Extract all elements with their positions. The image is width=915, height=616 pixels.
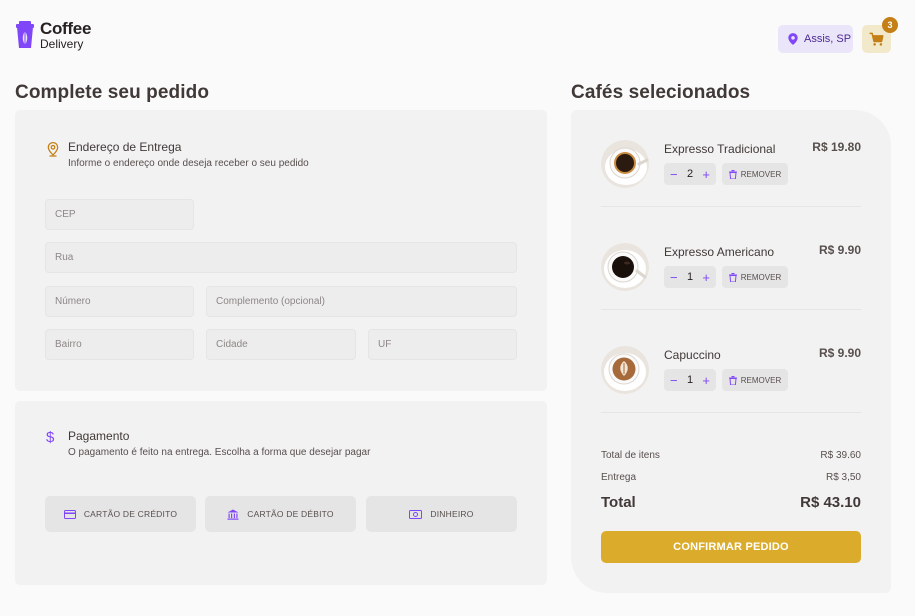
expresso-americano-image: [601, 243, 649, 291]
quantity-value: 2: [686, 168, 694, 180]
district-field[interactable]: Bairro: [45, 329, 194, 360]
address-card: Endereço de Entrega Informe o endereço o…: [15, 110, 547, 391]
item-name: Capuccino: [664, 348, 721, 362]
item-price: R$ 19.80: [812, 140, 861, 154]
city-field[interactable]: Cidade: [206, 329, 356, 360]
cash-label: DINHEIRO: [430, 509, 474, 519]
address-header: Endereço de Entrega Informe o endereço o…: [46, 140, 309, 169]
items-total-value: R$ 39.60: [820, 450, 861, 461]
debit-card-label: CARTÃO DE DÉBITO: [247, 509, 334, 519]
credit-card-option[interactable]: CARTÃO DE CRÉDITO: [45, 496, 196, 532]
delivery-value: R$ 3,50: [825, 472, 861, 483]
item-price: R$ 9.90: [818, 243, 861, 257]
remove-label: REMOVER: [740, 169, 782, 179]
trash-icon: [728, 169, 737, 179]
payment-card: $ Pagamento O pagamento é feito na entre…: [15, 401, 547, 585]
quantity-stepper: − 1 +: [664, 369, 716, 391]
expresso-tradicional-image: [601, 140, 649, 188]
plus-icon[interactable]: +: [702, 168, 710, 181]
item-divider: [601, 206, 861, 207]
logo-line-1: Coffee: [40, 19, 92, 38]
grand-total-value: R$ 43.10: [800, 494, 861, 511]
currency-dollar-icon: $: [46, 429, 55, 446]
quantity-value: 1: [686, 374, 694, 386]
grand-total-row: Total R$ 43.10: [601, 494, 861, 511]
money-icon: [409, 509, 423, 519]
payment-title: Pagamento: [68, 429, 130, 443]
cart-item: Expresso Americano R$ 9.90 − 1 + REMOVER: [601, 243, 861, 346]
number-field[interactable]: Número: [45, 286, 194, 317]
logo-line-2: Delivery: [40, 37, 84, 51]
remove-button[interactable]: REMOVER: [722, 369, 788, 391]
remove-button[interactable]: REMOVER: [722, 266, 788, 288]
credit-card-label: CARTÃO DE CRÉDITO: [83, 509, 178, 519]
cart-item: Capuccino R$ 9.90 − 1 + REMOVER: [601, 346, 861, 449]
location-badge[interactable]: Assis, SP: [778, 25, 853, 53]
delivery-row: Entrega R$ 3,50: [601, 472, 861, 483]
quantity-value: 1: [686, 271, 694, 283]
remove-label: REMOVER: [740, 272, 782, 282]
remove-label: REMOVER: [740, 375, 782, 385]
cart-title: Cafés selecionados: [571, 82, 751, 103]
address-subtitle: Informe o endereço onde deseja receber o…: [68, 158, 309, 169]
item-divider: [601, 412, 861, 413]
address-title: Endereço de Entrega: [68, 140, 182, 154]
map-pin-icon: [788, 33, 798, 45]
order-title: Complete seu pedido: [15, 82, 210, 103]
item-divider: [601, 309, 861, 310]
street-field[interactable]: Rua: [45, 242, 517, 273]
coffee-cup-logo-icon: [16, 20, 34, 48]
payment-subtitle: O pagamento é feito na entrega. Escolha …: [68, 447, 371, 458]
location-text: Assis, SP: [804, 33, 852, 45]
cart-summary: Expresso Tradicional R$ 19.80 − 2 + REMO…: [571, 110, 891, 593]
quantity-stepper: − 2 +: [664, 163, 716, 185]
item-price: R$ 9.90: [818, 346, 861, 360]
map-pin-line-icon: [47, 141, 59, 157]
minus-icon[interactable]: −: [670, 271, 678, 284]
shopping-cart-icon: [869, 32, 884, 46]
minus-icon[interactable]: −: [670, 374, 678, 387]
cart-item: Expresso Tradicional R$ 19.80 − 2 + REMO…: [601, 140, 861, 243]
logo[interactable]: Coffee Delivery: [15, 20, 91, 50]
item-name: Expresso Americano: [664, 245, 775, 259]
quantity-stepper: − 1 +: [664, 266, 716, 288]
state-field[interactable]: UF: [368, 329, 517, 360]
capuccino-image: [601, 346, 649, 394]
confirm-order-button[interactable]: CONFIRMAR PEDIDO: [601, 531, 861, 563]
credit-card-icon: [63, 509, 76, 519]
items-total-row: Total de itens R$ 39.60: [601, 450, 861, 461]
debit-card-option[interactable]: CARTÃO DE DÉBITO: [205, 496, 356, 532]
cep-field[interactable]: CEP: [45, 199, 194, 230]
minus-icon[interactable]: −: [670, 168, 678, 181]
delivery-label: Entrega: [601, 472, 637, 483]
cash-option[interactable]: DINHEIRO: [366, 496, 517, 532]
item-name: Expresso Tradicional: [664, 142, 776, 156]
plus-icon[interactable]: +: [702, 374, 710, 387]
items-total-label: Total de itens: [601, 450, 660, 461]
bank-icon: [227, 509, 239, 520]
cart-count-badge: 3: [882, 17, 898, 33]
logo-text: Coffee Delivery: [40, 20, 91, 50]
remove-button[interactable]: REMOVER: [722, 163, 788, 185]
trash-icon: [728, 272, 737, 282]
trash-icon: [728, 375, 737, 385]
plus-icon[interactable]: +: [702, 271, 710, 284]
payment-header: $ Pagamento O pagamento é feito na entre…: [46, 429, 370, 458]
grand-total-label: Total: [601, 494, 636, 511]
complement-field[interactable]: Complemento (opcional): [206, 286, 517, 317]
